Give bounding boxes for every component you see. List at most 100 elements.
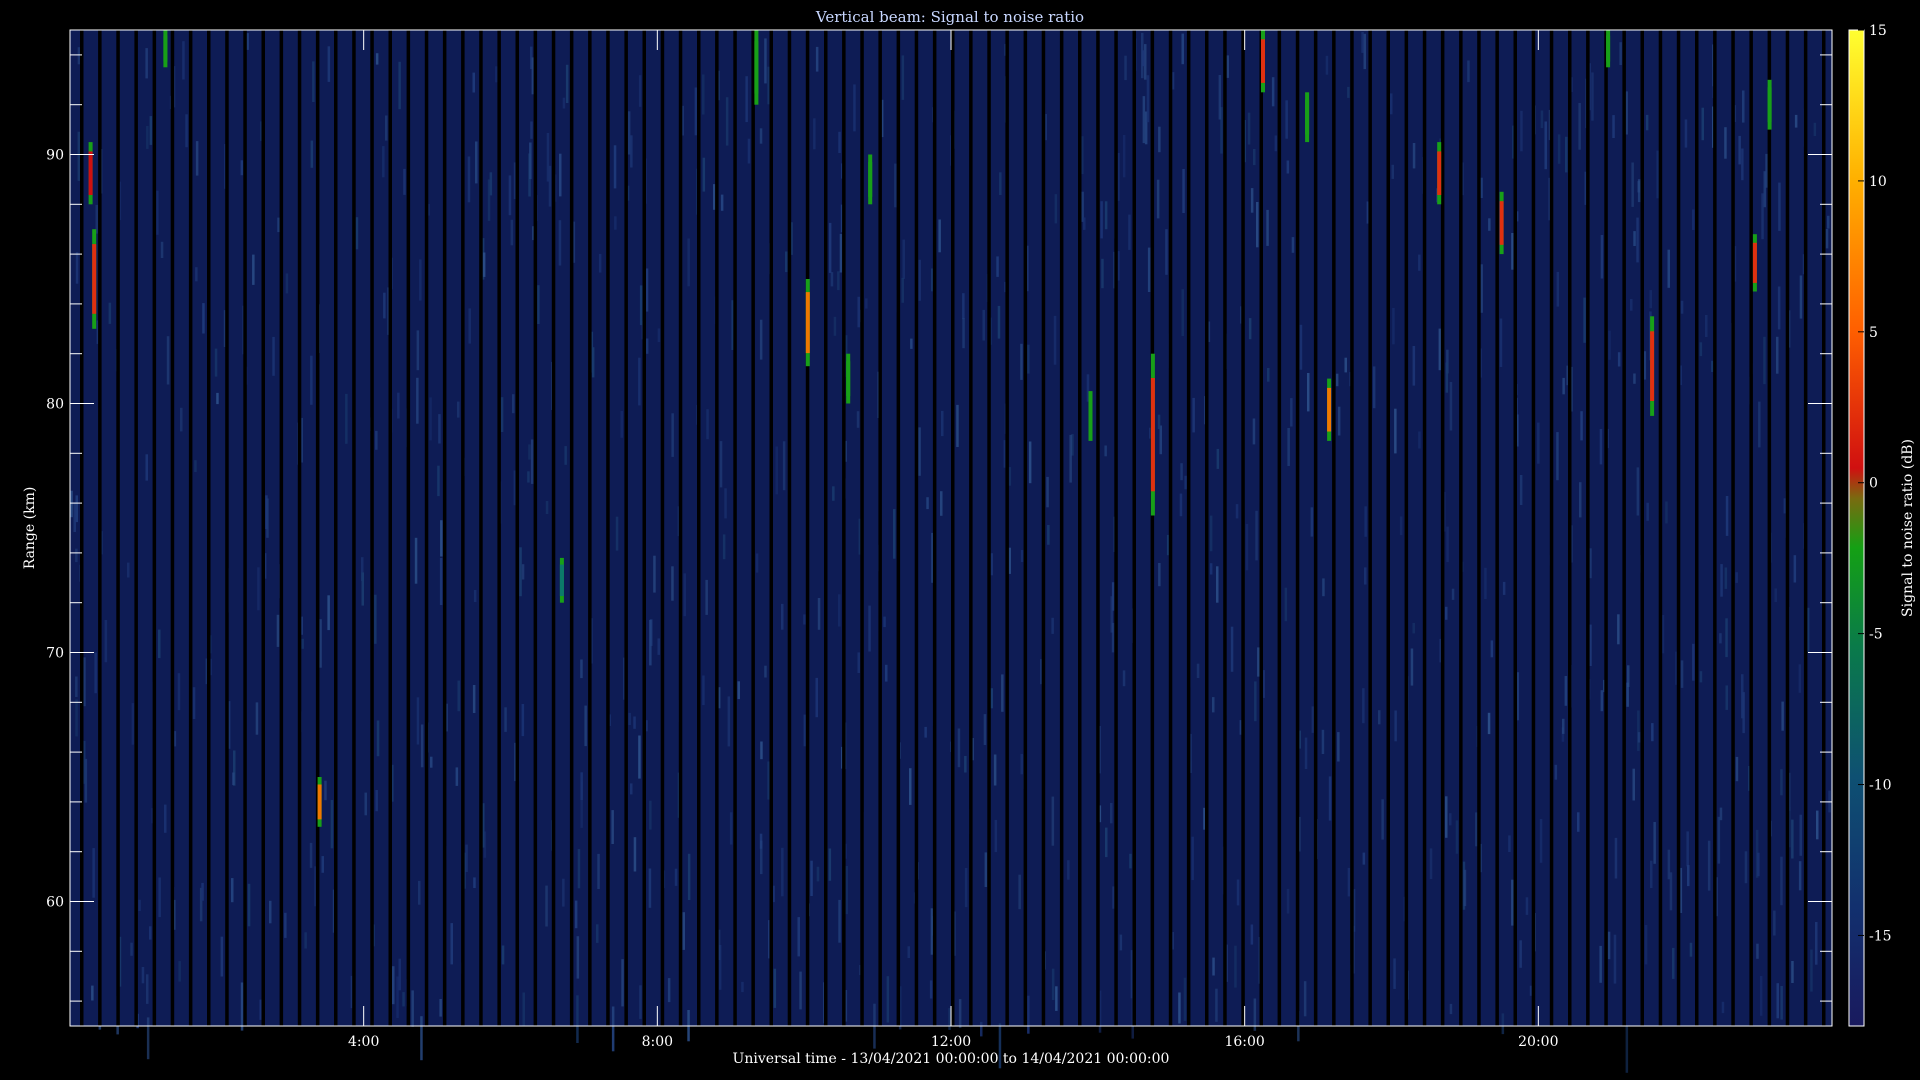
noise-streak <box>1184 475 1187 490</box>
noise-streak <box>797 917 800 957</box>
noise-streak <box>276 614 280 647</box>
noise-streak <box>1291 237 1295 253</box>
noise-streak <box>495 66 498 83</box>
noise-streak <box>1181 33 1184 65</box>
noise-streak <box>1554 764 1558 780</box>
noise-streak <box>70 490 73 518</box>
snr-echo <box>1327 378 1332 441</box>
noise-streak <box>1600 235 1604 279</box>
echo-core <box>1437 151 1442 195</box>
data-gap <box>1313 30 1318 1026</box>
noise-streak <box>321 856 324 873</box>
echo-core <box>163 35 168 62</box>
noise-streak <box>1347 86 1350 98</box>
noise-streak <box>1449 813 1452 826</box>
noise-streak <box>648 868 652 908</box>
data-gap <box>624 30 628 1026</box>
noise-streak <box>158 877 161 918</box>
noise-streak <box>1378 710 1381 725</box>
colorbar-tick-label: 10 <box>1869 174 1887 190</box>
noise-streak <box>1799 275 1803 319</box>
noise-streak <box>1311 706 1315 733</box>
data-gap <box>914 30 919 1026</box>
noise-streak <box>91 985 94 1001</box>
noise-streak <box>1028 441 1032 484</box>
colorbar-tick-label: 15 <box>1869 23 1887 39</box>
noise-streak <box>1599 429 1603 465</box>
noise-streak <box>416 330 420 371</box>
noise-streak <box>232 772 235 786</box>
noise-streak <box>1209 515 1213 552</box>
noise-streak <box>1196 663 1200 678</box>
noise-streak <box>1438 328 1442 371</box>
noise-streak <box>1159 425 1162 455</box>
noise-streak <box>1725 685 1728 710</box>
noise-streak <box>1607 931 1611 960</box>
noise-streak <box>1646 502 1649 521</box>
snr-echo <box>88 142 93 205</box>
noise-streak <box>997 305 1001 339</box>
echo-core <box>1327 387 1332 432</box>
data-gap <box>1132 30 1136 1026</box>
noise-streak <box>345 393 348 444</box>
noise-streak <box>1111 622 1115 653</box>
data-gap <box>1404 30 1409 1026</box>
noise-streak <box>940 491 943 516</box>
noise-streak <box>1680 660 1684 688</box>
noise-streak <box>1216 566 1219 603</box>
noise-streak <box>277 217 280 233</box>
noise-streak <box>1337 732 1340 762</box>
noise-streak <box>1215 988 1218 1022</box>
noise-streak <box>1245 524 1249 571</box>
noise-streak <box>1791 819 1794 859</box>
data-gap <box>1332 30 1336 1026</box>
noise-streak <box>403 168 406 195</box>
noise-streak <box>633 716 636 729</box>
noise-streak <box>1614 837 1618 879</box>
data-gap <box>1495 30 1499 1026</box>
noise-streak <box>1183 977 1187 1021</box>
noise-streak <box>1054 194 1058 224</box>
noise-streak <box>611 810 614 844</box>
noise-streak <box>398 958 401 991</box>
noise-streak <box>630 783 633 795</box>
noise-streak <box>75 548 78 563</box>
data-gap <box>551 30 556 1026</box>
noise-streak <box>375 790 378 812</box>
colorbar-tick-label: -15 <box>1869 928 1892 944</box>
noise-streak <box>1445 362 1449 393</box>
data-gap <box>1622 30 1626 1026</box>
noise-streak <box>639 285 643 326</box>
data-gap <box>787 30 792 1026</box>
noise-streak <box>1692 209 1695 230</box>
noise-streak <box>760 741 763 760</box>
noise-streak <box>1274 135 1278 152</box>
snr-echo <box>559 557 564 603</box>
noise-streak <box>962 293 965 320</box>
data-gap <box>1640 30 1644 1026</box>
noise-streak <box>1055 986 1058 1011</box>
colorbar-tick-label: -5 <box>1869 627 1883 643</box>
data-gap <box>697 30 701 1026</box>
noise-streak <box>1020 753 1023 775</box>
noise-streak <box>473 877 476 888</box>
noise-streak <box>781 603 784 630</box>
data-gap <box>370 30 374 1026</box>
noise-streak <box>1287 428 1290 466</box>
noise-streak <box>1192 397 1195 433</box>
y-tick-label: 70 <box>46 646 64 662</box>
snr-echo <box>754 30 759 105</box>
noise-streak <box>1142 96 1146 144</box>
noise-streak <box>901 277 904 303</box>
noise-streak <box>1636 217 1639 263</box>
noise-streak <box>926 497 929 510</box>
noise-streak <box>131 703 135 745</box>
noise-streak <box>376 720 380 757</box>
noise-streak <box>1798 861 1802 891</box>
noise-streak <box>1418 254 1421 271</box>
noise-streak <box>1484 567 1487 599</box>
echo-core <box>317 784 322 820</box>
snr-echo <box>1752 234 1757 292</box>
noise-streak <box>160 241 164 258</box>
noise-streak <box>1773 910 1776 936</box>
